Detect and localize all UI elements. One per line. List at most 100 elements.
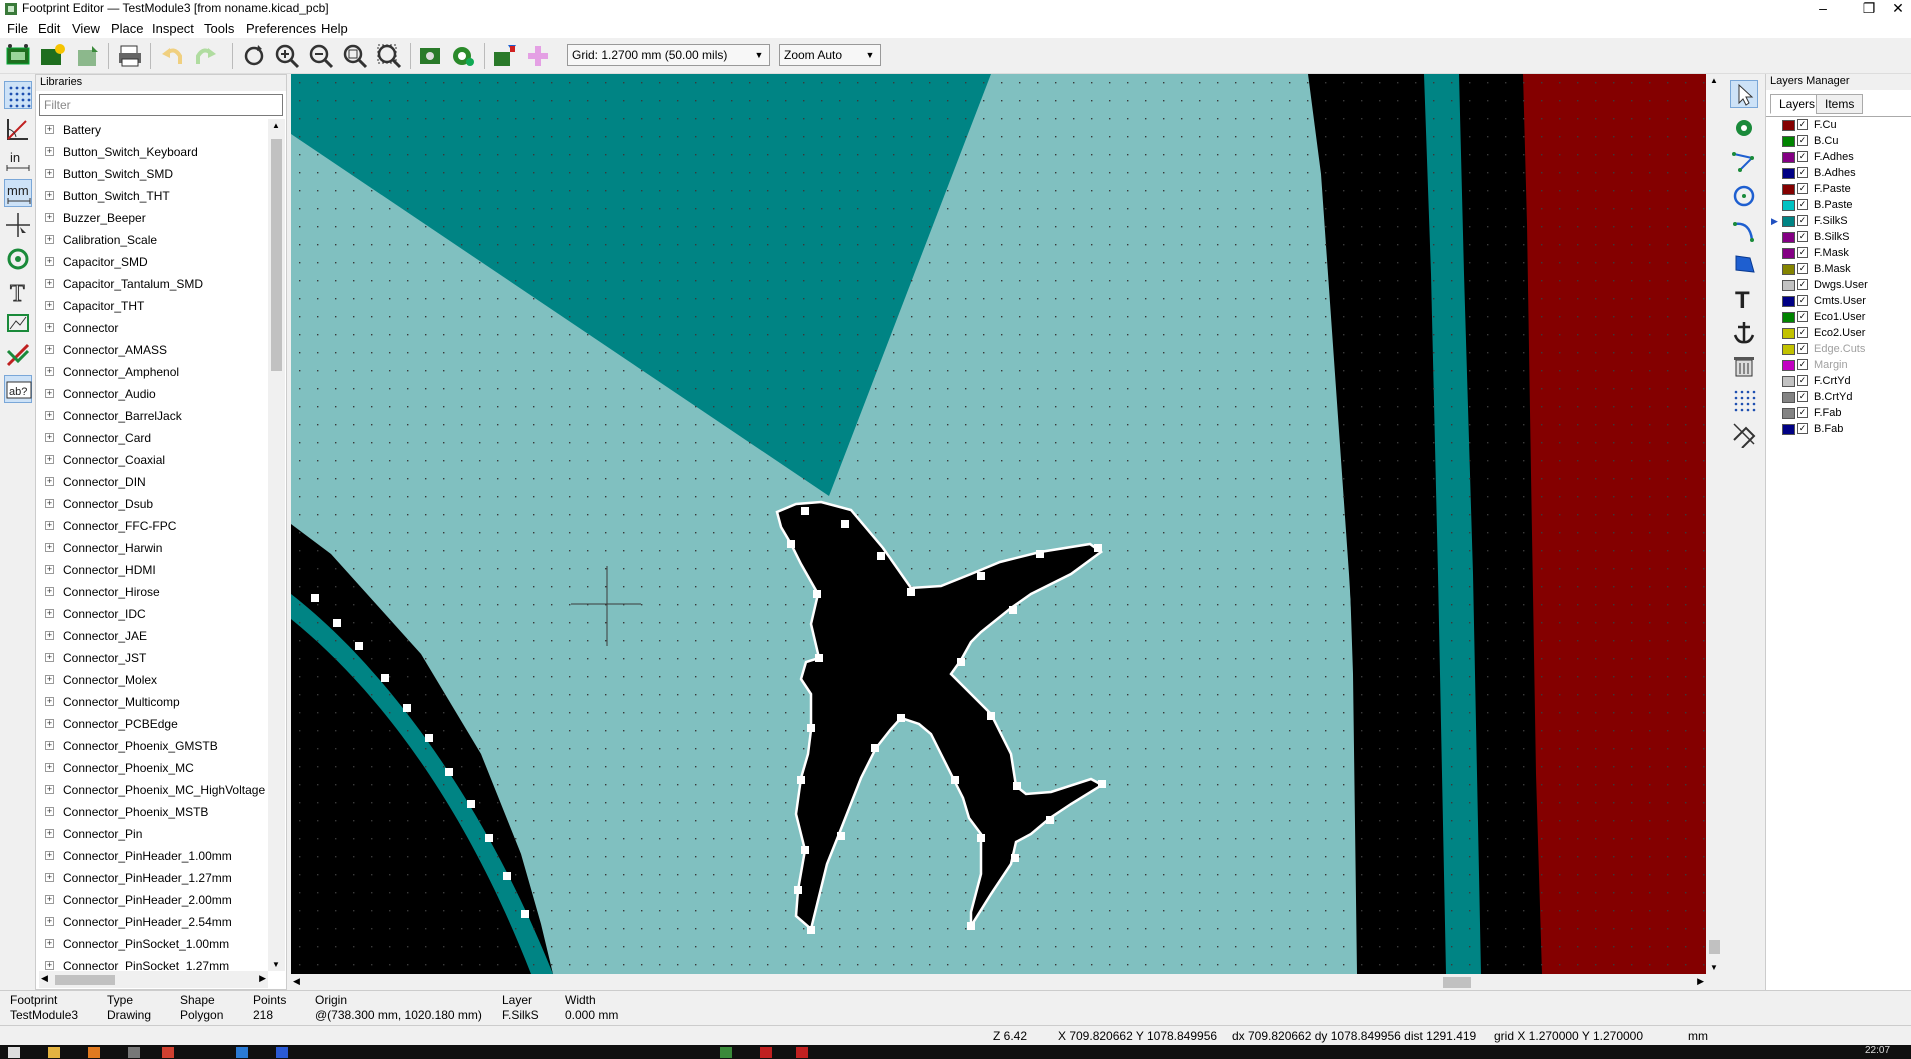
layer-visibility-checkbox[interactable]: ✓ [1797, 231, 1808, 242]
layer-color-swatch[interactable] [1782, 392, 1795, 403]
layer-color-swatch[interactable] [1782, 248, 1795, 259]
file-explorer-icon[interactable] [48, 1047, 60, 1058]
expand-plus-icon[interactable]: + [45, 169, 54, 178]
layer-row[interactable]: ✓ B.Paste [1766, 197, 1911, 213]
library-item[interactable]: + Connector_PinSocket_1.27mm [39, 955, 268, 971]
menu-tools[interactable]: Tools [204, 21, 234, 36]
grid-select[interactable]: Grid: 1.2700 mm (50.00 mils) ▼ [567, 44, 770, 66]
layer-visibility-checkbox[interactable]: ✓ [1797, 167, 1808, 178]
layer-row[interactable]: ✓ B.Fab [1766, 421, 1911, 437]
footprint-browser-button[interactable] [4, 42, 32, 70]
expand-plus-icon[interactable]: + [45, 235, 54, 244]
layer-row[interactable]: ✓ Margin [1766, 357, 1911, 373]
layer-visibility-checkbox[interactable]: ✓ [1797, 199, 1808, 210]
zoom-out-button[interactable] [307, 42, 335, 70]
inch-units-button[interactable]: in [4, 147, 32, 175]
expand-plus-icon[interactable]: + [45, 543, 54, 552]
layer-color-swatch[interactable] [1782, 424, 1795, 435]
layer-visibility-checkbox[interactable]: ✓ [1797, 183, 1808, 194]
library-item[interactable]: + Connector_Phoenix_MC_HighVoltage [39, 779, 268, 801]
library-filter-input[interactable]: Filter [39, 94, 283, 116]
expand-plus-icon[interactable]: + [45, 345, 54, 354]
library-item[interactable]: + Battery [39, 119, 268, 141]
mm-units-button[interactable]: mm [4, 179, 32, 207]
library-item[interactable]: + Connector_IDC [39, 603, 268, 625]
layer-color-swatch[interactable] [1782, 200, 1795, 211]
menu-view[interactable]: View [72, 21, 100, 36]
library-vertical-scrollbar[interactable]: ▲ ▼ [268, 119, 285, 971]
library-item[interactable]: + Connector_Amphenol [39, 361, 268, 383]
layer-row[interactable]: ✓ F.Paste [1766, 181, 1911, 197]
expand-plus-icon[interactable]: + [45, 213, 54, 222]
layer-color-swatch[interactable] [1782, 216, 1795, 227]
layer-visibility-checkbox[interactable]: ✓ [1797, 407, 1808, 418]
high-contrast-button[interactable] [4, 341, 32, 369]
delete-tool-button[interactable] [1730, 352, 1758, 380]
undo-button[interactable] [158, 42, 186, 70]
layer-color-swatch[interactable] [1782, 120, 1795, 131]
menu-preferences[interactable]: Preferences [246, 21, 316, 36]
layer-color-swatch[interactable] [1782, 232, 1795, 243]
library-item[interactable]: + Connector_JST [39, 647, 268, 669]
layer-visibility-checkbox[interactable]: ✓ [1797, 247, 1808, 258]
library-item[interactable]: + Connector_Harwin [39, 537, 268, 559]
show-text-sketch-button[interactable]: T [4, 277, 32, 308]
canvas-horizontal-scrollbar[interactable]: ◀ ▶ [291, 974, 1706, 991]
taskbar-app-icon[interactable] [276, 1047, 288, 1058]
layer-visibility-checkbox[interactable]: ✓ [1797, 423, 1808, 434]
expand-plus-icon[interactable]: + [45, 807, 54, 816]
layer-color-swatch[interactable] [1782, 408, 1795, 419]
library-item[interactable]: + Capacitor_SMD [39, 251, 268, 273]
scroll-up-icon[interactable]: ▲ [272, 121, 280, 130]
expand-plus-icon[interactable]: + [45, 521, 54, 530]
select-tool-button[interactable] [1730, 80, 1758, 108]
layer-color-swatch[interactable] [1782, 296, 1795, 307]
new-footprint-button[interactable] [38, 42, 66, 70]
scroll-up-icon[interactable]: ▲ [1710, 76, 1718, 85]
taskbar-app-icon[interactable] [760, 1047, 772, 1058]
library-item[interactable]: + Connector_DIN [39, 471, 268, 493]
menu-help[interactable]: Help [321, 21, 348, 36]
layer-row[interactable]: ✓ Eco2.User [1766, 325, 1911, 341]
place-anchor-button[interactable] [1730, 318, 1758, 346]
insert-into-board-button[interactable] [524, 42, 552, 70]
expand-plus-icon[interactable]: + [45, 741, 54, 750]
print-button[interactable] [116, 42, 144, 70]
expand-plus-icon[interactable]: + [45, 895, 54, 904]
expand-plus-icon[interactable]: + [45, 697, 54, 706]
add-text-button[interactable]: T [1730, 284, 1758, 314]
library-item[interactable]: + Connector_Multicomp [39, 691, 268, 713]
pcb-canvas[interactable] [291, 74, 1706, 974]
library-item[interactable]: + Connector_Phoenix_MSTB [39, 801, 268, 823]
add-polygon-button[interactable] [1730, 250, 1758, 278]
layer-color-swatch[interactable] [1782, 136, 1795, 147]
expand-plus-icon[interactable]: + [45, 477, 54, 486]
layer-visibility-checkbox[interactable]: ✓ [1797, 375, 1808, 386]
taskbar-app-icon[interactable] [236, 1047, 248, 1058]
layer-row[interactable]: ✓ B.Mask [1766, 261, 1911, 277]
library-item[interactable]: + Connector_Card [39, 427, 268, 449]
library-item[interactable]: + Connector_FFC-FPC [39, 515, 268, 537]
layer-visibility-checkbox[interactable]: ✓ [1797, 327, 1808, 338]
layer-row[interactable]: ✓ F.Fab [1766, 405, 1911, 421]
layer-color-swatch[interactable] [1782, 152, 1795, 163]
layer-visibility-checkbox[interactable]: ✓ [1797, 135, 1808, 146]
library-item[interactable]: + Connector_Audio [39, 383, 268, 405]
library-item[interactable]: + Connector_PinHeader_2.54mm [39, 911, 268, 933]
expand-plus-icon[interactable]: + [45, 719, 54, 728]
layer-row[interactable]: ✓ B.CrtYd [1766, 389, 1911, 405]
expand-plus-icon[interactable]: + [45, 763, 54, 772]
layer-row[interactable]: ✓ Edge.Cuts [1766, 341, 1911, 357]
expand-plus-icon[interactable]: + [45, 191, 54, 200]
expand-plus-icon[interactable]: + [45, 565, 54, 574]
zoom-selection-button[interactable] [375, 42, 403, 70]
library-item[interactable]: + Connector_PinHeader_1.27mm [39, 867, 268, 889]
expand-plus-icon[interactable]: + [45, 279, 54, 288]
add-pad-button[interactable] [1730, 114, 1758, 142]
expand-plus-icon[interactable]: + [45, 587, 54, 596]
polar-coords-button[interactable] [4, 115, 32, 143]
library-item[interactable]: + Connector_PCBEdge [39, 713, 268, 735]
layer-row[interactable]: ✓ B.SilkS [1766, 229, 1911, 245]
layer-visibility-checkbox[interactable]: ✓ [1797, 263, 1808, 274]
layer-visibility-checkbox[interactable]: ✓ [1797, 279, 1808, 290]
